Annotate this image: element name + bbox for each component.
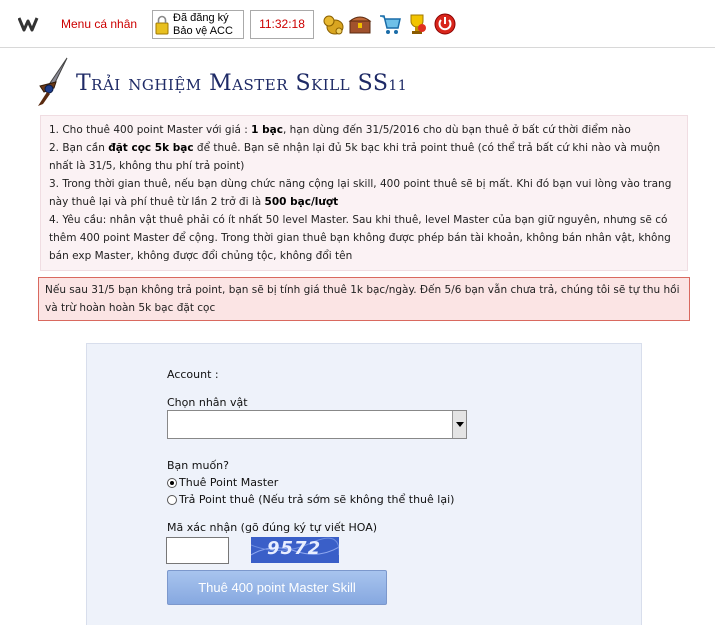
page-title-suffix: 11 xyxy=(388,78,408,94)
rent-form: Account : Chọn nhân vật Bạn muốn? Thuê P… xyxy=(86,343,642,625)
top-bar: Menu cá nhân Đã đăng ký Bảo vệ ACC 11:32… xyxy=(0,0,715,48)
account-protection-badge[interactable]: Đã đăng ký Bảo vệ ACC xyxy=(152,10,244,39)
money-bag-icon[interactable] xyxy=(321,12,345,36)
return-radio[interactable] xyxy=(167,494,177,505)
account-label: Account : xyxy=(167,368,219,381)
option-return[interactable]: Trả Point thuê (Nếu trả sớm sẽ không thể… xyxy=(167,493,454,506)
rules-box: 1. Cho thuê 400 point Master với giá : 1… xyxy=(40,115,688,271)
personal-menu-link[interactable]: Menu cá nhân xyxy=(61,17,137,31)
treasure-chest-icon[interactable] xyxy=(348,12,372,36)
want-label: Bạn muốn? xyxy=(167,459,229,472)
captcha-input[interactable] xyxy=(166,537,229,564)
sword-emblem-icon xyxy=(38,57,68,106)
warning-notice: Nếu sau 31/5 bạn không trả point, bạn sẽ… xyxy=(38,277,690,321)
rent-radio[interactable] xyxy=(167,477,177,488)
rule-1: 1. Cho thuê 400 point Master với giá : 1… xyxy=(49,124,631,136)
option-rent-label: Thuê Point Master xyxy=(179,476,279,489)
register-line-2: Bảo vệ ACC xyxy=(173,25,233,37)
captcha-code: 9572 xyxy=(267,538,322,559)
character-label: Chọn nhân vật xyxy=(167,396,248,409)
rule-2: 2. Bạn cần đặt cọc 5k bạc để thuê. Bạn s… xyxy=(49,142,661,172)
lock-icon xyxy=(155,15,169,35)
w-logo-icon[interactable] xyxy=(18,16,44,32)
power-icon[interactable] xyxy=(433,12,457,36)
trophy-icon[interactable] xyxy=(405,12,429,36)
server-clock: 11:32:18 xyxy=(250,10,314,39)
page-title-text: Trải nghiệm Master Skill SS xyxy=(76,71,389,96)
captcha-image: 9572 xyxy=(251,537,339,563)
captcha-label: Mã xác nhận (gõ đúng ký tự viết HOA) xyxy=(167,521,378,534)
option-rent[interactable]: Thuê Point Master xyxy=(167,476,278,489)
chevron-down-icon[interactable] xyxy=(452,411,466,438)
option-return-label: Trả Point thuê (Nếu trả sớm sẽ không thể… xyxy=(179,493,455,506)
character-select[interactable] xyxy=(167,410,467,439)
register-line-1: Đã đăng ký xyxy=(173,12,229,24)
rent-submit-button[interactable]: Thuê 400 point Master Skill xyxy=(167,570,387,605)
page-title: Trải nghiệm Master Skill SS11 xyxy=(76,71,407,96)
rule-4: 4. Yêu cầu: nhân vật thuê phải có ít nhấ… xyxy=(49,214,671,262)
rule-3: 3. Trong thời gian thuê, nếu bạn dùng ch… xyxy=(49,178,672,208)
shopping-cart-icon[interactable] xyxy=(378,12,402,36)
